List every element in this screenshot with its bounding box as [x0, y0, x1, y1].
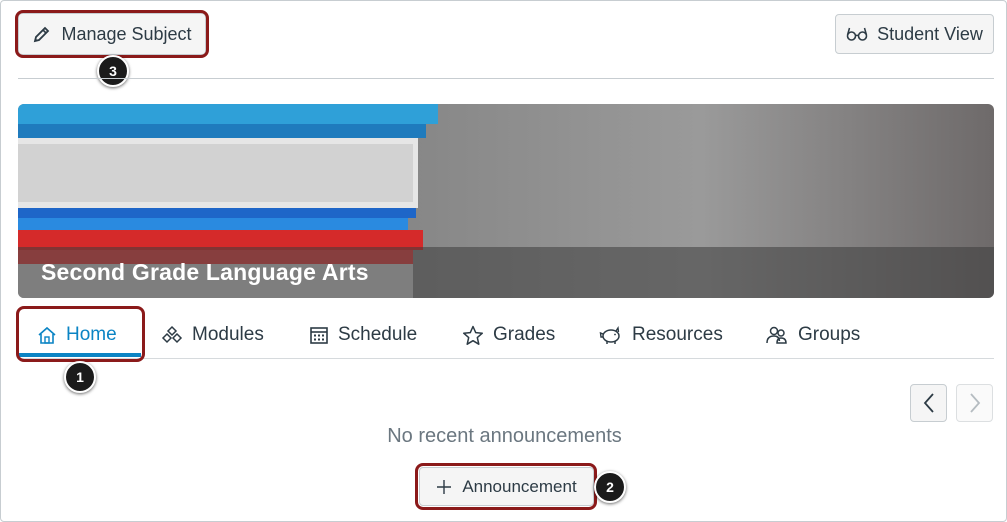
star-icon	[462, 325, 484, 345]
header-divider	[18, 78, 994, 79]
subject-title: Second Grade Language Arts	[41, 259, 369, 285]
previous-announcement-button[interactable]	[910, 384, 947, 422]
student-view-button[interactable]: Student View	[835, 14, 994, 54]
tab-groups-label: Groups	[798, 324, 861, 345]
piggy-bank-icon	[599, 326, 620, 344]
no-announcements-message: No recent announcements	[387, 425, 622, 447]
tab-schedule-label: Schedule	[338, 324, 418, 345]
student-view-label: Student View	[877, 23, 983, 44]
groups-icon	[766, 326, 787, 344]
modules-icon	[161, 325, 183, 344]
subject-page: Manage Subject 3 Student View Second Gra…	[0, 0, 1007, 522]
callout-badge-1: 1	[64, 361, 96, 393]
chevron-left-icon	[923, 393, 934, 413]
tab-modules-label: Modules	[192, 324, 264, 345]
tab-schedule[interactable]: Schedule	[309, 311, 417, 359]
subject-banner: Second Grade Language Arts	[18, 104, 994, 298]
next-announcement-button[interactable]	[956, 384, 993, 422]
glasses-icon	[846, 27, 868, 41]
calendar-icon	[310, 327, 328, 344]
tab-groups[interactable]: Groups	[765, 311, 860, 359]
callout-outline-home	[16, 306, 145, 362]
tab-grades-label: Grades	[493, 324, 556, 345]
callout-badge-3: 3	[97, 55, 129, 87]
tab-resources-label: Resources	[632, 324, 723, 345]
tabs-divider	[18, 358, 994, 359]
callout-outline-manage	[15, 10, 209, 58]
tab-resources[interactable]: Resources	[599, 311, 723, 359]
tab-modules[interactable]: Modules	[161, 311, 264, 359]
subject-tabs: Home Modules Schedule Grades Resources G…	[18, 311, 994, 359]
callout-outline-announcement	[415, 463, 597, 510]
tab-grades[interactable]: Grades	[462, 311, 555, 359]
chevron-right-icon	[969, 393, 980, 413]
callout-badge-2: 2	[594, 471, 626, 503]
